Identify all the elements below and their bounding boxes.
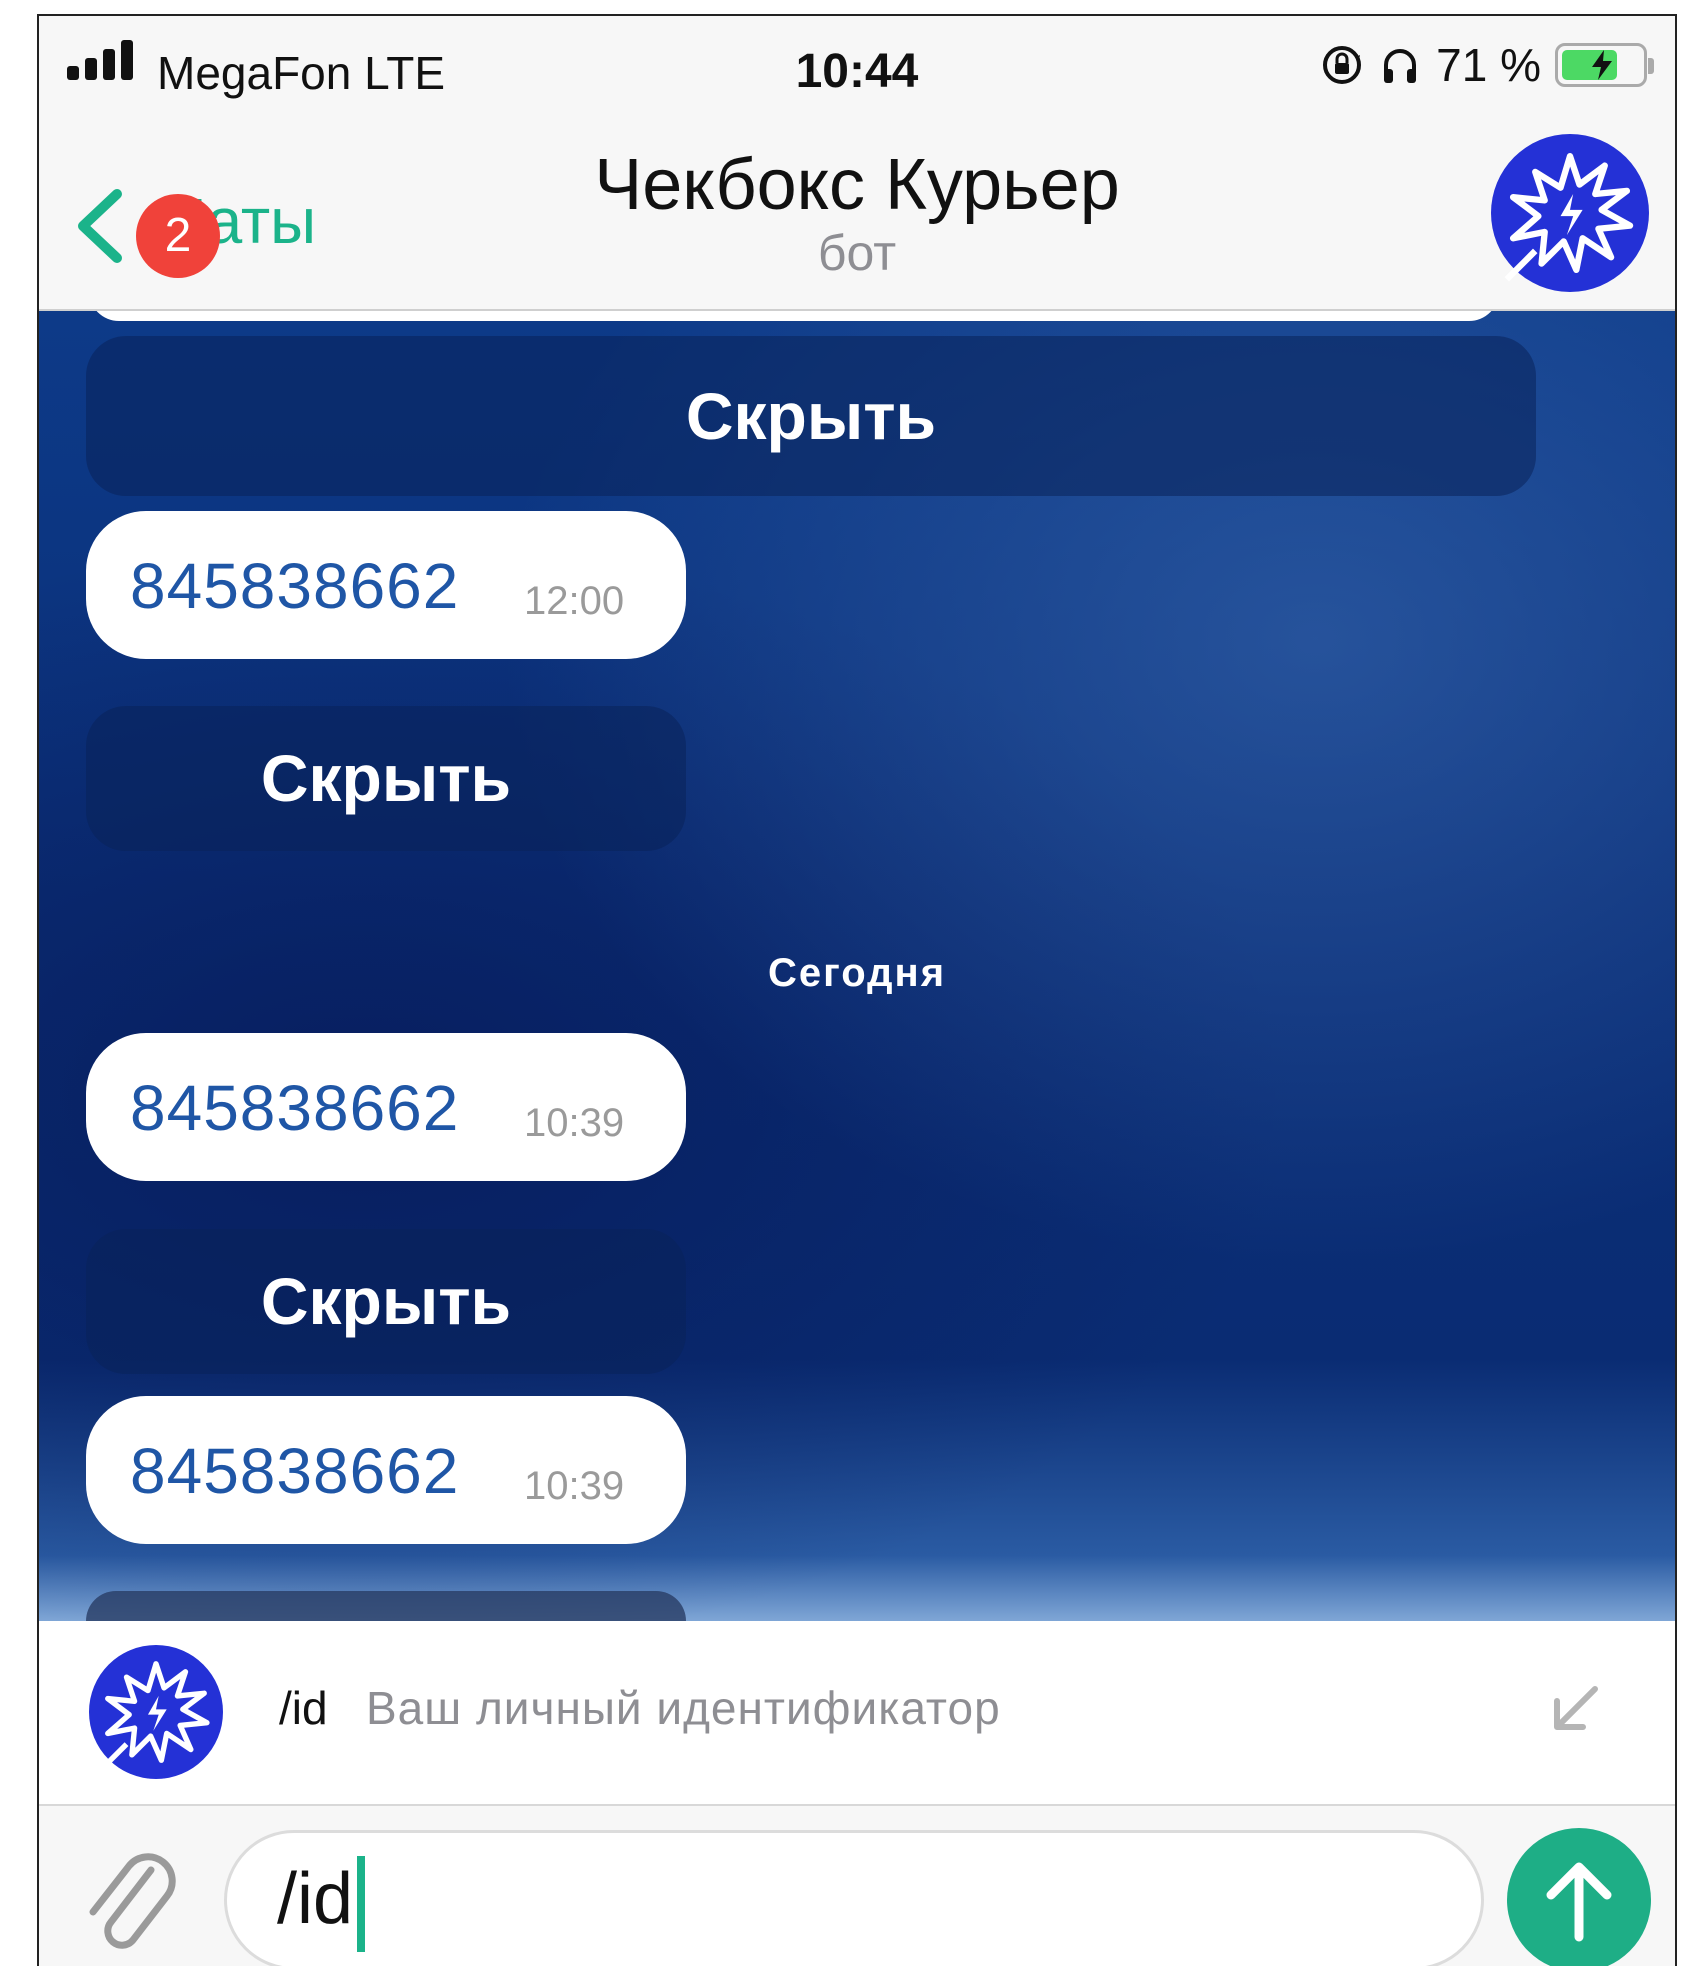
next-keyboard-edge: [86, 1591, 686, 1621]
arrow-down-left-icon[interactable]: [1545, 1679, 1605, 1739]
chat-header: Чаты 2 Чекбокс Курьер бот: [39, 106, 1675, 311]
battery-percent: 71 %: [1436, 39, 1541, 91]
message-bubble: 845838662 12:00: [86, 511, 686, 659]
battery-icon: [1555, 43, 1654, 87]
chat-title: Чекбокс Курьер: [594, 145, 1120, 225]
phone-screen: MegaFon LTE 10:44 71 % Чаты 2 Чекбокс Ку…: [37, 14, 1677, 1966]
message-text: 845838662: [130, 1072, 460, 1144]
message-time: 10:39: [524, 1101, 625, 1145]
headphones-icon: [1384, 49, 1417, 83]
rotation-lock-icon: [1323, 46, 1362, 84]
hide-keyboard-button[interactable]: Скрыть: [86, 336, 1536, 496]
status-indicators: 71 %: [1320, 39, 1654, 91]
text-caret: [357, 1856, 365, 1952]
command-description: Ваш личный идентификатор: [366, 1682, 1001, 1734]
date-separator: Сегодня: [767, 951, 947, 995]
send-button[interactable]: [1507, 1828, 1651, 1966]
message-time: 10:39: [524, 1464, 625, 1508]
hide-keyboard-button[interactable]: Скрыть: [86, 1229, 686, 1374]
bot-avatar[interactable]: [1491, 134, 1649, 292]
message-input[interactable]: [224, 1830, 1484, 1966]
previous-message-edge: [89, 311, 1499, 321]
message-text: 845838662: [130, 550, 460, 622]
message-bubble: 845838662 10:39: [86, 1396, 686, 1544]
charging-bolt-icon: [1592, 50, 1612, 80]
message-bubble: 845838662 10:39: [86, 1033, 686, 1181]
chat-subtitle: бот: [817, 225, 897, 281]
message-time: 12:00: [524, 579, 625, 623]
command-suggestion[interactable]: /id Ваш личный идентификатор: [39, 1621, 1675, 1806]
hide-keyboard-button[interactable]: Скрыть: [86, 706, 686, 851]
chat-messages[interactable]: Скрыть 845838662 12:00 Скрыть Сегодня 84…: [39, 311, 1675, 1621]
message-text: 845838662: [130, 1435, 460, 1507]
input-bar: /id: [39, 1806, 1675, 1966]
status-bar: MegaFon LTE 10:44 71 %: [39, 16, 1675, 106]
bot-avatar: [89, 1645, 223, 1779]
arrow-up-icon: [1546, 1862, 1612, 1942]
paperclip-icon[interactable]: [81, 1840, 181, 1960]
command-name: /id: [279, 1682, 328, 1734]
